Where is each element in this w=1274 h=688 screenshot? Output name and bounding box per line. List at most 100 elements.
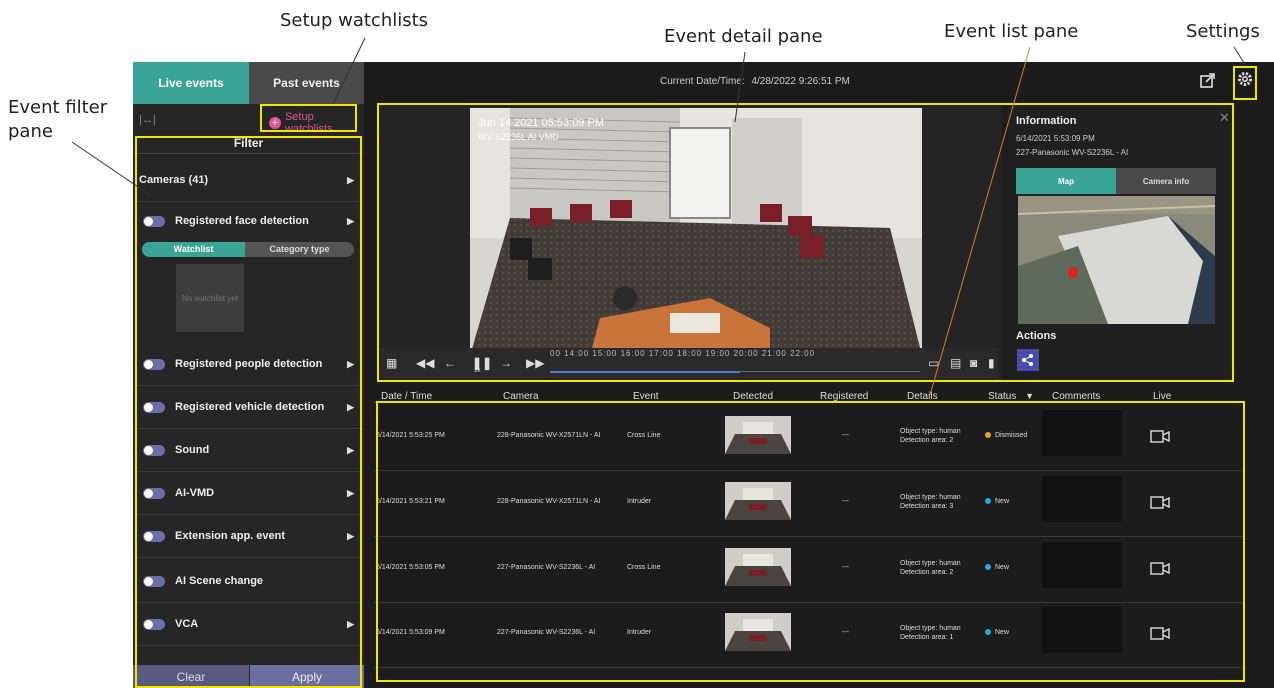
col-live[interactable]: Live <box>1153 391 1171 402</box>
toggle-switch[interactable] <box>143 358 165 370</box>
comment-input[interactable] <box>1042 410 1122 456</box>
chevron-right-icon: ▶ <box>347 174 354 185</box>
toggle-switch[interactable] <box>143 401 165 413</box>
information-title: Information <box>1016 115 1077 127</box>
detected-thumbnail[interactable] <box>725 613 791 651</box>
divider <box>133 153 364 154</box>
row-camera: 227-Panasonic WV-S2236L - AI <box>497 564 596 571</box>
clear-button[interactable]: Clear <box>133 665 249 688</box>
comment-input[interactable] <box>1042 607 1122 653</box>
row-registered: --- <box>842 498 849 505</box>
col-comments[interactable]: Comments <box>1052 391 1100 402</box>
toggle-switch[interactable] <box>143 575 165 587</box>
timeline-track[interactable] <box>740 371 920 372</box>
status-label: New <box>995 498 1010 505</box>
timeline-labels: 00 14:00 15:00 16:00 17:00 18:00 19:00 2… <box>550 349 816 358</box>
apply-button[interactable]: Apply <box>250 665 364 688</box>
row-details-area: Detection area: 2 <box>900 569 954 576</box>
filter-label: Registered face detection <box>175 215 309 227</box>
row-details-type: Object type: human <box>900 560 961 567</box>
row-camera: 228-Panasonic WV-X2571LN - AI <box>497 498 601 505</box>
camera-icon[interactable]: ◙ <box>970 356 977 370</box>
video-camera-icon[interactable] <box>1150 496 1170 509</box>
fast-forward-icon[interactable]: ▶▶ <box>526 356 544 370</box>
toggle-switch[interactable] <box>143 444 165 456</box>
bookmark-icon[interactable]: ▮ <box>988 356 995 370</box>
comment-input[interactable] <box>1042 476 1122 522</box>
video-camera-icon[interactable] <box>1150 430 1170 443</box>
detected-thumbnail[interactable] <box>725 548 791 586</box>
back-icon[interactable]: ← <box>444 356 456 370</box>
col-status[interactable]: Status ▼ <box>988 391 1034 402</box>
col-date[interactable]: Date / Time <box>381 391 432 402</box>
row-date: 6/14/2021 5:53:09 PM <box>376 629 445 636</box>
video-camera-icon[interactable] <box>1150 562 1170 575</box>
no-watchlist-placeholder: No watchlist yet <box>176 264 244 332</box>
tab-past-events[interactable]: Past events <box>249 62 364 104</box>
row-date: 6/14/2021 5:53:21 PM <box>376 498 445 505</box>
chevron-right-icon: ▶ <box>347 401 354 412</box>
current-datetime: Current Date/Time: 4/28/2022 9:26:51 PM <box>660 76 850 87</box>
col-camera[interactable]: Camera <box>503 391 539 402</box>
filter-sound[interactable]: Sound ▶ <box>133 429 364 472</box>
annotation-setup-watchlists: Setup watchlists <box>280 10 429 31</box>
tab-map[interactable]: Map <box>1016 168 1116 194</box>
toggle-switch[interactable] <box>143 618 165 630</box>
toggle-switch[interactable] <box>143 487 165 499</box>
row-divider <box>374 602 1242 603</box>
share-icon[interactable] <box>1199 71 1217 89</box>
expand-pane-icon[interactable]: |↔| <box>139 114 156 126</box>
camera-video-frame[interactable]: Jun 14 2021 05:53:09 PM WV-S2236L AI VMD <box>470 108 922 356</box>
filter-registered-face[interactable]: Registered face detection ▶ <box>133 202 364 240</box>
filter-ai-vmd[interactable]: AI-VMD ▶ <box>133 472 364 515</box>
tab-category-type[interactable]: Category type <box>245 242 354 257</box>
detected-thumbnail[interactable] <box>725 416 791 454</box>
toggle-switch[interactable] <box>143 215 165 227</box>
col-detected[interactable]: Detected <box>733 391 773 402</box>
video-camera-label: WV-S2236L AI VMD <box>478 132 559 142</box>
clip-icon[interactable]: ▭ <box>928 356 939 370</box>
col-details[interactable]: Details <box>907 391 938 402</box>
col-registered[interactable]: Registered <box>820 391 868 402</box>
comment-input[interactable] <box>1042 542 1122 588</box>
filter-cameras[interactable]: Cameras (41) ▶ <box>133 159 364 202</box>
video-camera-icon[interactable] <box>1150 627 1170 640</box>
status-dot-icon <box>985 629 991 636</box>
detected-thumbnail[interactable] <box>725 482 791 520</box>
col-event[interactable]: Event <box>633 391 659 402</box>
rewind-icon[interactable]: ◀◀ <box>416 356 434 370</box>
status-label: Dismissed <box>995 432 1028 439</box>
tab-watchlist[interactable]: Watchlist <box>142 242 245 257</box>
filter-extension-app[interactable]: Extension app. event ▶ <box>133 515 364 558</box>
row-event: Cross Line <box>627 432 661 439</box>
film-icon[interactable]: ▤ <box>950 356 961 370</box>
filter-vca[interactable]: VCA ▶ <box>133 603 364 646</box>
filter-funnel-icon[interactable]: ▼ <box>1025 391 1034 401</box>
status-label: New <box>995 629 1010 636</box>
actions-title: Actions <box>1016 330 1057 342</box>
filter-label: VCA <box>175 618 199 630</box>
filter-label: AI Scene change <box>175 575 264 587</box>
tab-live-events[interactable]: Live events <box>133 62 249 104</box>
gear-icon[interactable] <box>1236 70 1254 88</box>
row-details-type: Object type: human <box>900 428 961 435</box>
forward-icon[interactable]: → <box>500 356 512 370</box>
filter-label: Registered vehicle detection <box>175 401 325 413</box>
row-registered: --- <box>842 629 849 636</box>
row-registered: --- <box>842 432 849 439</box>
filter-registered-people[interactable]: Registered people detection ▶ <box>133 343 364 386</box>
row-registered: --- <box>842 564 849 571</box>
calendar-icon[interactable]: ▦ <box>386 356 397 370</box>
close-icon[interactable]: ✕ <box>1219 110 1230 126</box>
chevron-right-icon: ▶ <box>347 530 354 541</box>
filter-registered-vehicle[interactable]: Registered vehicle detection ▶ <box>133 386 364 429</box>
share-action-button[interactable] <box>1017 349 1039 371</box>
filter-ai-scene-change[interactable]: AI Scene change <box>133 560 364 603</box>
row-details-area: Detection area: 1 <box>900 634 954 641</box>
annotation-event-detail-pane: Event detail pane <box>664 26 823 47</box>
setup-watchlists-button[interactable]: + Setup watchlists <box>269 111 364 135</box>
location-map[interactable] <box>1018 196 1215 324</box>
timeline-progress[interactable] <box>550 371 740 373</box>
toggle-switch[interactable] <box>143 530 165 542</box>
tab-camera-info[interactable]: Camera info <box>1116 168 1216 194</box>
